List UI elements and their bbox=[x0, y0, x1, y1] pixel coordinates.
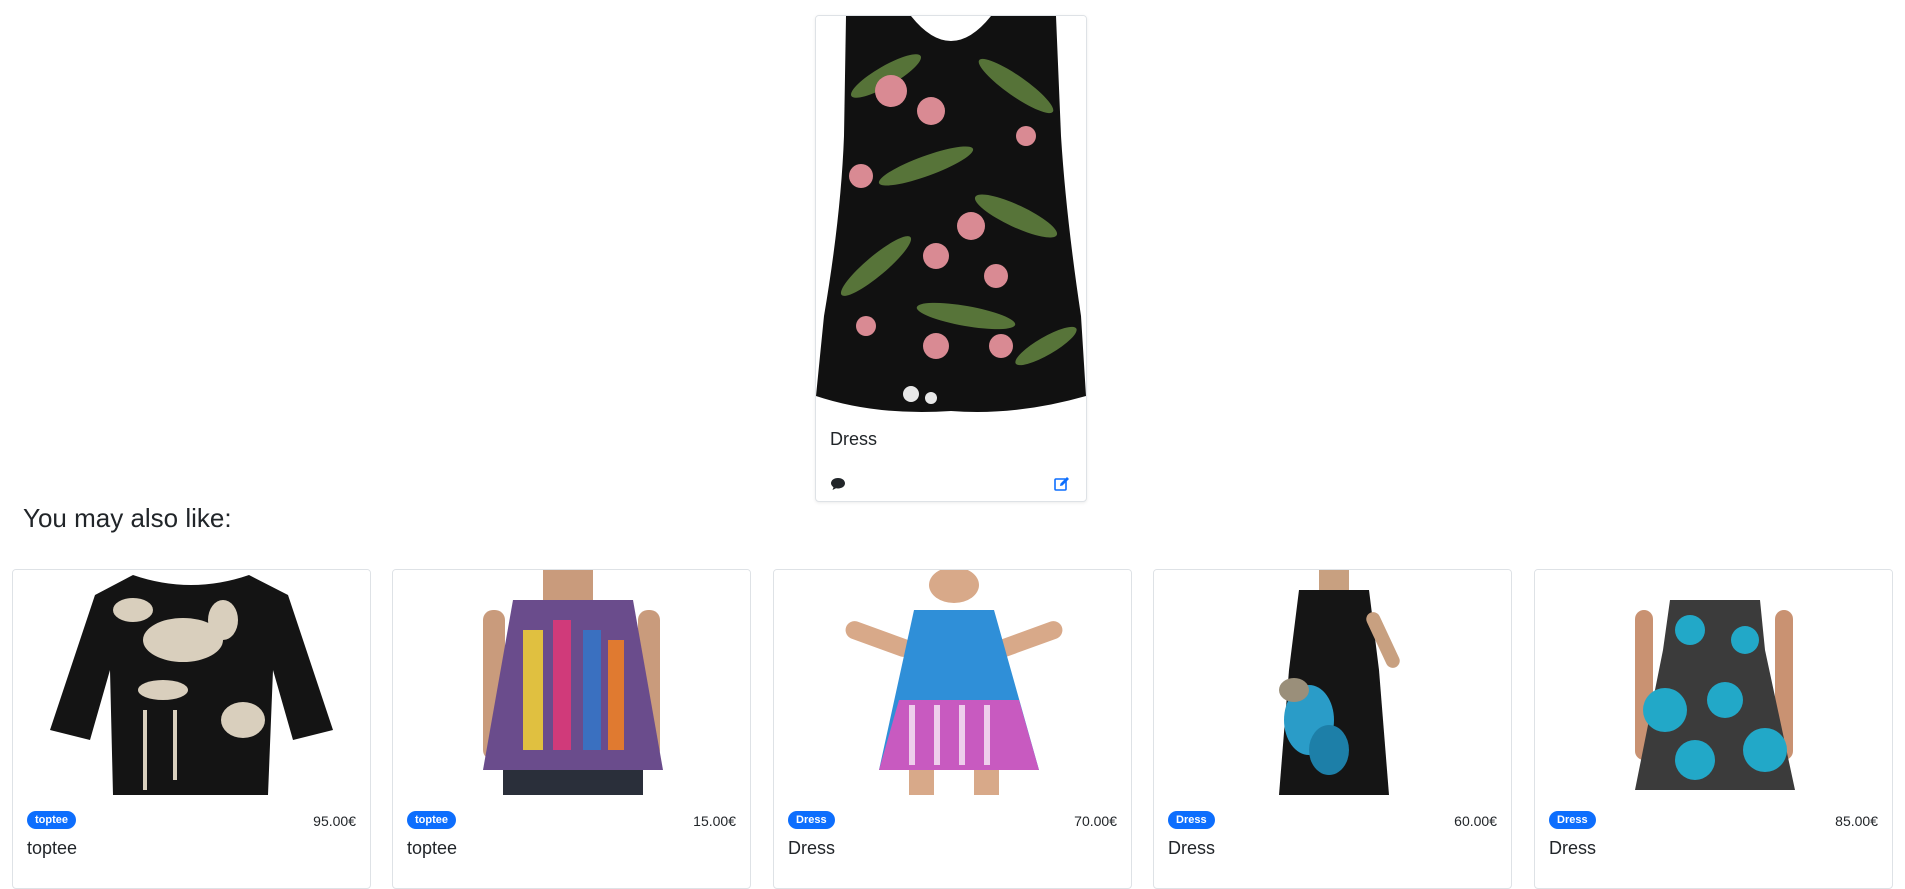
product-name: toptee bbox=[27, 838, 78, 858]
product-name: toptee bbox=[407, 838, 458, 858]
featured-product-title: Dress bbox=[830, 429, 878, 449]
product-card[interactable]: toptee 15.00€ toptee bbox=[392, 569, 751, 889]
product-name: Dress bbox=[788, 838, 836, 858]
featured-product-card[interactable]: Dress bbox=[815, 15, 1087, 502]
category-badge: toptee bbox=[27, 811, 76, 829]
product-image[interactable] bbox=[774, 570, 1131, 795]
product-image[interactable] bbox=[1535, 570, 1892, 795]
product-card[interactable]: Dress 85.00€ Dress bbox=[1534, 569, 1893, 889]
product-price: 60.00€ bbox=[1454, 813, 1497, 829]
category-badge: Dress bbox=[788, 811, 835, 829]
edit-icon[interactable] bbox=[1054, 476, 1074, 496]
comment-icon[interactable] bbox=[830, 476, 850, 496]
section-heading: You may also like: bbox=[23, 503, 232, 533]
category-badge: Dress bbox=[1168, 811, 1215, 829]
related-products: toptee 95.00€ toptee toptee 15.00€ topte… bbox=[12, 569, 1893, 889]
product-image[interactable] bbox=[13, 570, 370, 795]
category-badge: Dress bbox=[1549, 811, 1596, 829]
product-image[interactable] bbox=[393, 570, 750, 795]
product-price: 70.00€ bbox=[1074, 813, 1117, 829]
product-name: Dress bbox=[1549, 838, 1597, 858]
product-card[interactable]: toptee 95.00€ toptee bbox=[12, 569, 371, 889]
product-image[interactable] bbox=[1154, 570, 1511, 795]
product-card[interactable]: Dress 60.00€ Dress bbox=[1153, 569, 1512, 889]
category-badge: toptee bbox=[407, 811, 456, 829]
featured-product-image[interactable] bbox=[816, 16, 1086, 416]
product-card[interactable]: Dress 70.00€ Dress bbox=[773, 569, 1132, 889]
product-price: 95.00€ bbox=[313, 813, 356, 829]
product-price: 15.00€ bbox=[693, 813, 736, 829]
product-name: Dress bbox=[1168, 838, 1216, 858]
product-price: 85.00€ bbox=[1835, 813, 1878, 829]
